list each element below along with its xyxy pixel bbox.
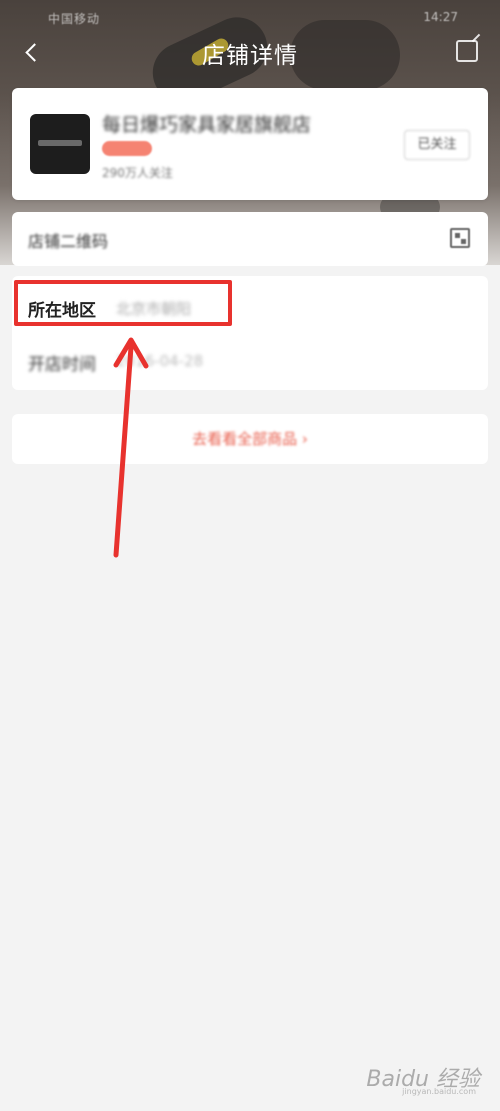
page-title: 店铺详情 [202, 43, 298, 69]
share-icon[interactable] [456, 40, 478, 62]
nav-bar: 店铺详情 [0, 28, 500, 76]
annotation-highlight-box [14, 280, 232, 326]
carrier-text: 中国移动 [48, 12, 101, 26]
follow-button[interactable]: 已关注 [404, 130, 470, 160]
view-all-products-label: 去看看全部商品 › [192, 430, 308, 448]
logo-mark [38, 140, 82, 146]
shop-logo[interactable] [30, 114, 90, 174]
baidu-jingyan-watermark: Baidu 经验 jingyan.baidu.com [366, 1061, 480, 1096]
shop-fans-count: 290万人关注 [102, 166, 173, 180]
watermark-url: jingyan.baidu.com [402, 1087, 476, 1096]
clock-text: 14:27 [423, 10, 458, 24]
qr-code-label: 店铺二维码 [28, 232, 109, 251]
shop-name: 每日爆巧家具家居旗舰店 [102, 114, 312, 136]
shop-summary-card: 每日爆巧家具家居旗舰店 290万人关注 已关注 [12, 88, 488, 200]
open-date-value: 2016-04-28 [116, 352, 204, 370]
shop-qr-code-row[interactable]: 店铺二维码 [12, 212, 488, 266]
shop-badge [102, 141, 152, 156]
view-all-products-button[interactable]: 去看看全部商品 › [12, 414, 488, 464]
open-date-label: 开店时间 [28, 355, 96, 375]
open-date-row: 开店时间 2016-04-28 [12, 334, 488, 386]
qr-code-icon [450, 228, 470, 248]
